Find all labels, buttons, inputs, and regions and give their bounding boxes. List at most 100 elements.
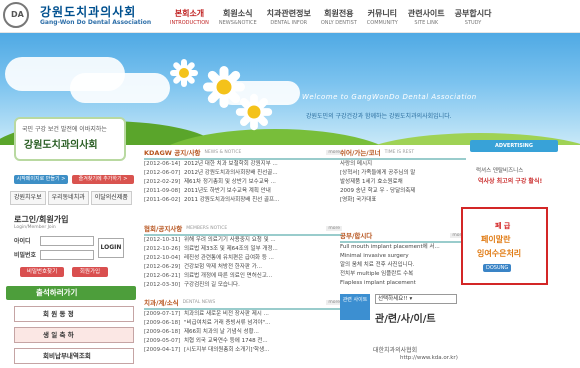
highlighted-ad-box[interactable]: 페 급 페이말란 잉여수은처리 DOSUNG	[461, 207, 548, 285]
ad2-line2: 페이말란	[481, 235, 511, 244]
fee-history-button[interactable]: 회비납부내역조회	[14, 348, 134, 364]
tab-local-clinic[interactable]: 우리동네치과	[47, 191, 89, 205]
board-header: KDAGW 공지/사항 NEWS & NOTICE more	[144, 146, 342, 160]
list-item[interactable]: [영화] 국가대표	[340, 196, 466, 205]
dental-news-board: 치과/계/소식 DENTAL NEWS more [2009-07-17] 치과의…	[144, 296, 342, 355]
id-input[interactable]	[40, 236, 94, 246]
nav-label: 회원소식	[223, 9, 253, 18]
list-item[interactable]: [2012-06-07] 2012년 강원도치과의사회장배 친선골...	[144, 169, 342, 178]
rest-corner-board: 쉬어/가는/코너 TIME IS REST 사랑의 메시지 [상혁서] 가족들에…	[340, 146, 466, 205]
board-header: 협회/공지사항 MEMBERS NOTICE more	[144, 222, 342, 236]
brand-subtitle: Gang-Won Do Dental Association	[40, 19, 152, 26]
related-sites-title: 관/련/사/이/트	[375, 314, 436, 325]
ad1-line1: 럭셔스 덴탈비즈니스	[476, 168, 524, 174]
attendance-bar[interactable]: 출석하러가기	[6, 286, 136, 300]
related-sites-text: 관련 사이트	[342, 297, 368, 303]
nav-community[interactable]: 커뮤니티 COMMUNITY	[367, 8, 398, 32]
header: DA 강원도치과의사회 Gang-Won Do Dental Associati…	[0, 0, 580, 33]
list-item[interactable]: Full mouth implant placement에 서...	[340, 243, 466, 252]
ad2-brand: DOSUNG	[483, 264, 512, 272]
list-item[interactable]: 전치부 multiple 임플란트 수복	[340, 270, 466, 279]
board-subtitle: TIME IS REST	[384, 149, 415, 155]
nav-label: 치과관련정보	[266, 9, 311, 18]
tab-new-products[interactable]: 이달의신제품	[90, 191, 132, 205]
list-item[interactable]: [상혁서] 가족들에게 공주님의 말	[340, 169, 466, 178]
login-title: 로그인/회원가입	[14, 215, 69, 224]
add-bookmark-button[interactable]: 즐겨찾기에 추가하기 >	[72, 175, 134, 184]
set-homepage-button[interactable]: 시작페이지로 만들기 >	[14, 175, 68, 184]
list-item[interactable]: [2009-06-18] "비급여치료 거래 증빙서류 넘겨야"...	[144, 319, 342, 328]
board-subtitle: NEWS & NOTICE	[204, 149, 242, 155]
daisy-flower-icon	[235, 93, 273, 131]
promo-line2: 강원도치과의사회	[24, 140, 98, 151]
list-item[interactable]: [2012-06-29] 건강보험 약제 처방전 한자판 가...	[144, 263, 342, 272]
nav-introduction[interactable]: 본회소개 INTRODUCTION	[170, 8, 209, 32]
board-title: 공부/합시다	[340, 232, 373, 240]
board-title: 쉬어/가는/코너	[340, 149, 381, 157]
related-sites-select[interactable]: 선택하세요!! ▾	[375, 294, 457, 304]
promo-box: 국민 구강 보건 발전에 이바지하는 강원도치과의사회	[14, 117, 126, 161]
list-item[interactable]: [2012-06-21] 의료법 개정에 따른 의료인 면허신고...	[144, 272, 342, 281]
nav-only-dentist[interactable]: 회원전용 ONLY DENTIST	[321, 8, 357, 32]
list-item[interactable]: [2009-05-07] 치협 외국 교육연수 등에 1748 전...	[144, 337, 342, 346]
nav-dental-info[interactable]: 치과관련정보 DENTAL INFOR	[267, 8, 311, 32]
list-item[interactable]: [2012-10-26] 의료법 제33조 및 제64조의 일부 개정...	[144, 245, 342, 254]
cloud	[70, 73, 170, 103]
list-item[interactable]: [2009-07-17] 치과의료 새로운 비전 장사판 제시 ...	[144, 310, 342, 319]
list-item[interactable]: [2012-06-14] 2012년 대한 치과 보철학회 강원지부 ...	[144, 160, 342, 169]
list-item[interactable]: [2012-10-04] 레진성 관련통에 유치편은 급여화 등 ...	[144, 254, 342, 263]
nav-site-link[interactable]: 관련사이트 SITE LINK	[408, 8, 445, 32]
notice-board: KDAGW 공지/사항 NEWS & NOTICE more [2012-06-…	[144, 146, 342, 205]
list-item[interactable]: [2009-04-17] [시도지부 대의원총회 소개기]'학생...	[144, 346, 342, 355]
nav-label: 커뮤니티	[367, 9, 398, 18]
nav-sublabel: ONLY DENTIST	[320, 20, 357, 26]
list-item[interactable]: Flapless implant placement	[340, 279, 466, 288]
study-board: 공부/합시다 more Full mouth implant placement…	[340, 229, 466, 288]
login-subtitle: Login/Member Join	[14, 225, 56, 230]
list-item[interactable]: [2012-02-29] 제61차 정기총회 및 상반기 보수교육 ...	[144, 178, 342, 187]
daisy-flower-icon	[170, 59, 198, 87]
find-password-button[interactable]: 비밀번호찾기	[20, 267, 64, 277]
ad2-line3: 잉여수은처리	[477, 249, 522, 258]
nav-sublabel: SITE LINK	[414, 20, 439, 26]
id-label: 아이디	[14, 238, 31, 245]
nav-label: 회원전용	[324, 9, 354, 18]
password-label: 비밀번호	[14, 252, 37, 259]
logo[interactable]: DA	[3, 2, 29, 28]
list-item[interactable]: Minimal invasive surgery	[340, 252, 466, 261]
nav-label: 공부합시다	[454, 9, 492, 18]
board-subtitle: MEMBERS NOTICE	[186, 225, 228, 231]
nav-sublabel: NEWS&NOTICE	[218, 20, 257, 26]
nav-sublabel: DENTAL INFOR	[270, 20, 308, 26]
list-item[interactable]: [2012-10-31] 위해 우려 의료기기 사용중지 요청 및 ...	[144, 236, 342, 245]
member-news-button[interactable]: 회 원 동 정	[14, 306, 134, 322]
tab-gangwon-news[interactable]: 강원치우보	[10, 191, 46, 205]
list-item[interactable]: 알의 움체 치료 전후 사진입니다.	[340, 261, 466, 270]
board-title: KDAGW 공지/사항	[144, 149, 201, 157]
list-item[interactable]: [2009-06-18] 제66회 치과의 날 기념식 성황...	[144, 328, 342, 337]
promo-line1: 국민 구강 보건 발전에 이바지하는	[22, 126, 107, 133]
login-button[interactable]: LOGIN	[98, 238, 124, 258]
logo-text: DA	[11, 10, 24, 19]
list-item[interactable]: 2009 송년 학교 우 - 당달의축제	[340, 187, 466, 196]
site-url[interactable]: http://www.kda.or.kr)	[400, 355, 458, 361]
list-item[interactable]: [2011-06-02] 2011 강원도치과의사회장배 친선 골프...	[144, 196, 342, 205]
board-title: 치과/계/소식	[144, 299, 179, 307]
main-nav: 본회소개 INTRODUCTION 회원소식 NEWS&NOTICE 치과관련정보 D…	[170, 8, 501, 32]
nav-news[interactable]: 회원소식 NEWS&NOTICE	[219, 8, 257, 32]
list-item[interactable]: [2012-03-30] 구강검진의 길 모습니다.	[144, 281, 342, 290]
hero-subtitle: 강원도민의 구강건강과 함께하는 강원도치과의사회입니다.	[306, 113, 452, 120]
password-input[interactable]	[40, 250, 94, 260]
select-value: 선택하세요!!	[378, 296, 408, 302]
site-name[interactable]: 대한치과의사협회	[373, 345, 417, 354]
list-item[interactable]: 발성제품 1세기 효소원료채	[340, 178, 466, 187]
birthday-button[interactable]: 생 일 축 하	[14, 327, 134, 343]
ad1-line2[interactable]: 역사상 최고의 구강 활식!	[478, 176, 542, 185]
board-header: 치과/계/소식 DENTAL NEWS more	[144, 296, 342, 310]
ad2-line1: 페 급	[495, 222, 511, 230]
list-item[interactable]: [2011-09-08] 2011년도 하반기 보수교육 계획 안내	[144, 187, 342, 196]
nav-study[interactable]: 공부합시다 STUDY	[455, 8, 492, 32]
join-button[interactable]: 회원가입	[72, 267, 108, 277]
nav-label: 본회소개	[174, 9, 205, 18]
list-item[interactable]: 사랑의 메시지	[340, 160, 466, 169]
